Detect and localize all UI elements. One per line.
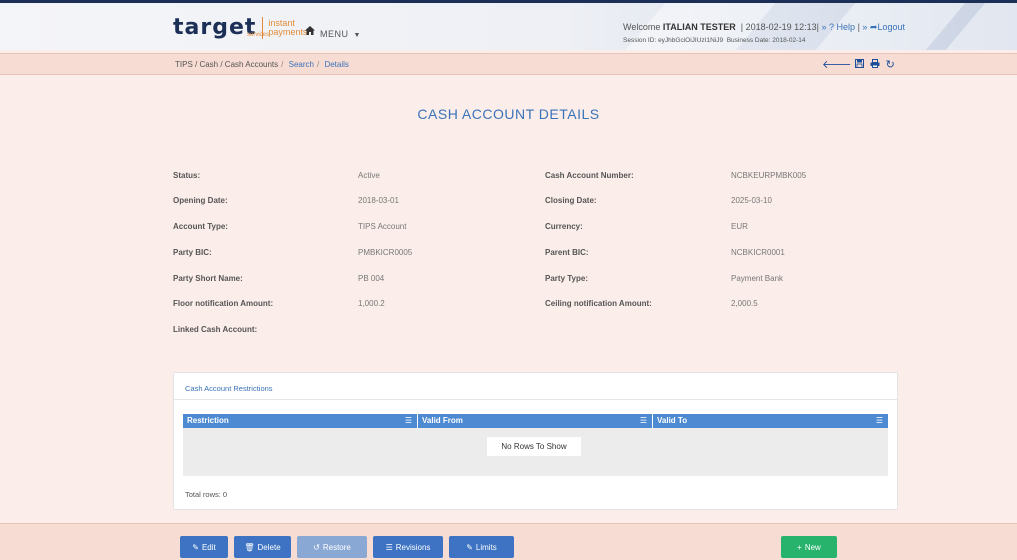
- column-title: Valid From: [422, 416, 463, 425]
- party-bic-label: Party BIC:: [173, 248, 212, 257]
- column-header-restriction[interactable]: Restriction ☰: [183, 414, 418, 428]
- status-label: Status:: [173, 171, 201, 180]
- opening-date-value: 2018-03-01: [358, 196, 399, 205]
- help-label: Help: [836, 22, 856, 32]
- no-rows-message: No Rows To Show: [487, 437, 581, 456]
- linked-cash-account-label: Linked Cash Account:: [173, 325, 258, 334]
- logout-link[interactable]: » ➦Logout: [862, 22, 905, 32]
- total-rows: Total rows: 0: [185, 490, 228, 499]
- restrictions-grid: Restriction ☰ Valid From ☰ Valid To ☰ No…: [183, 414, 888, 476]
- business-date: 2018-02-14: [772, 37, 806, 44]
- current-datetime: | 2018-02-19 12:13|: [740, 22, 819, 32]
- logo-services-text: services: [247, 32, 270, 38]
- new-label: New: [804, 542, 821, 552]
- column-menu-icon[interactable]: ☰: [640, 416, 647, 425]
- breadcrumb: TIPS / Cash / Cash Accounts / Search / Det…: [175, 60, 349, 69]
- restore-button[interactable]: ↺ Restore: [297, 536, 367, 558]
- refresh-icon[interactable]: ↻: [886, 59, 898, 71]
- home-icon[interactable]: [305, 26, 315, 38]
- help-link[interactable]: » ? Help: [822, 22, 856, 32]
- grid-header: Restriction ☰ Valid From ☰ Valid To ☰: [183, 414, 888, 428]
- parent-bic-label: Parent BIC:: [545, 248, 589, 257]
- restore-icon: ↺: [313, 542, 320, 552]
- floor-notification-label: Floor notification Amount:: [173, 299, 274, 308]
- target-logo[interactable]: target services instant payments: [173, 15, 307, 40]
- back-arrow-icon[interactable]: 🡐: [822, 59, 855, 71]
- limits-button[interactable]: ✎ Limits: [449, 536, 514, 558]
- limits-label: Limits: [475, 542, 497, 552]
- closing-date-label: Closing Date:: [545, 196, 597, 205]
- account-type-label: Account Type:: [173, 222, 228, 231]
- currency-label: Currency:: [545, 222, 583, 231]
- edit-icon: ✎: [192, 542, 199, 552]
- edit-label: Edit: [201, 542, 216, 552]
- column-title: Valid To: [657, 416, 688, 425]
- breadcrumb-details-link[interactable]: Details: [324, 60, 348, 69]
- party-bic-value: PMBKICR0005: [358, 248, 413, 257]
- plus-icon: +: [797, 542, 802, 552]
- welcome-prefix: Welcome: [623, 22, 661, 32]
- separator: |: [857, 22, 860, 32]
- main-menu-button[interactable]: MENU ▼: [320, 29, 361, 39]
- logo-wordmark: target: [173, 15, 257, 40]
- party-short-name-label: Party Short Name:: [173, 274, 243, 283]
- account-type-value: TIPS Account: [358, 222, 407, 231]
- action-bar: ✎ Edit 🗑 Delete ↺ Restore ☰ Revisions ✎ Limit…: [0, 523, 1017, 560]
- panel-title: Cash Account Restrictions: [174, 373, 897, 400]
- edit-button[interactable]: ✎ Edit: [180, 536, 228, 558]
- floor-notification-value: 1,000.2: [358, 299, 385, 308]
- welcome-line: Welcome ITALIAN TESTER | 2018-02-19 12:1…: [623, 22, 905, 33]
- list-icon: ☰: [385, 542, 393, 552]
- column-menu-icon[interactable]: ☰: [405, 416, 412, 425]
- column-header-valid-from[interactable]: Valid From ☰: [418, 414, 653, 428]
- help-icon: » ?: [821, 22, 835, 32]
- new-button[interactable]: + New: [781, 536, 837, 558]
- breadcrumb-path: TIPS / Cash / Cash Accounts: [175, 60, 279, 69]
- column-header-valid-to[interactable]: Valid To ☰: [653, 414, 888, 428]
- revisions-label: Revisions: [395, 542, 431, 552]
- cash-account-number-label: Cash Account Number:: [545, 171, 634, 180]
- parent-bic-value: NCBKICR0001: [731, 248, 785, 257]
- menu-label: MENU: [320, 29, 349, 39]
- logo-subtitle: instant payments: [268, 18, 308, 37]
- session-id: eyJhbGciOiJIUzI1NiJ9: [658, 37, 724, 44]
- restore-label: Restore: [322, 542, 351, 552]
- party-type-label: Party Type:: [545, 274, 588, 283]
- column-title: Restriction: [187, 416, 229, 425]
- logout-label: Logout: [877, 22, 905, 32]
- trash-icon: 🗑: [244, 542, 255, 552]
- caret-down-icon: ▼: [353, 32, 361, 39]
- status-value: Active: [358, 171, 380, 180]
- user-name: ITALIAN TESTER: [662, 22, 736, 32]
- ceiling-notification-label: Ceiling notification Amount:: [545, 299, 652, 308]
- cash-account-number-value: NCBKEURPMBK005: [731, 171, 807, 180]
- logo-subtitle-line2: payments: [268, 26, 308, 37]
- delete-button[interactable]: 🗑 Delete: [234, 536, 291, 558]
- save-icon[interactable]: [854, 59, 864, 71]
- closing-date-value: 2025-03-10: [731, 196, 772, 205]
- delete-label: Delete: [257, 542, 281, 552]
- top-header: target services instant payments MENU ▼ W…: [0, 0, 1017, 50]
- page-tools: 🡐 ↻: [822, 57, 898, 71]
- opening-date-label: Opening Date:: [173, 196, 228, 205]
- ceiling-notification-value: 2,000.5: [731, 299, 758, 308]
- edit-icon: ✎: [466, 542, 473, 552]
- party-type-value: Payment Bank: [731, 274, 784, 283]
- print-icon[interactable]: [870, 59, 880, 71]
- session-label: Session ID:: [623, 37, 657, 44]
- cash-account-restrictions-panel: Cash Account Restrictions Restriction ☰ …: [173, 372, 898, 510]
- business-date-label: Business Date:: [726, 37, 771, 44]
- breadcrumb-bar: TIPS / Cash / Cash Accounts / Search / Det…: [0, 53, 1017, 75]
- party-short-name-value: PB 004: [358, 274, 385, 283]
- session-line: Session ID: eyJhbGciOiJIUzI1NiJ9 Busines…: [623, 37, 806, 44]
- revisions-button[interactable]: ☰ Revisions: [373, 536, 443, 558]
- breadcrumb-search-link[interactable]: Search: [289, 60, 314, 69]
- main-content: CASH ACCOUNT DETAILS Status: Active Open…: [0, 75, 1017, 523]
- column-menu-icon[interactable]: ☰: [876, 416, 883, 425]
- page-title: CASH ACCOUNT DETAILS: [417, 106, 600, 122]
- currency-value: EUR: [731, 222, 748, 231]
- logout-icon: » ➦: [862, 22, 878, 32]
